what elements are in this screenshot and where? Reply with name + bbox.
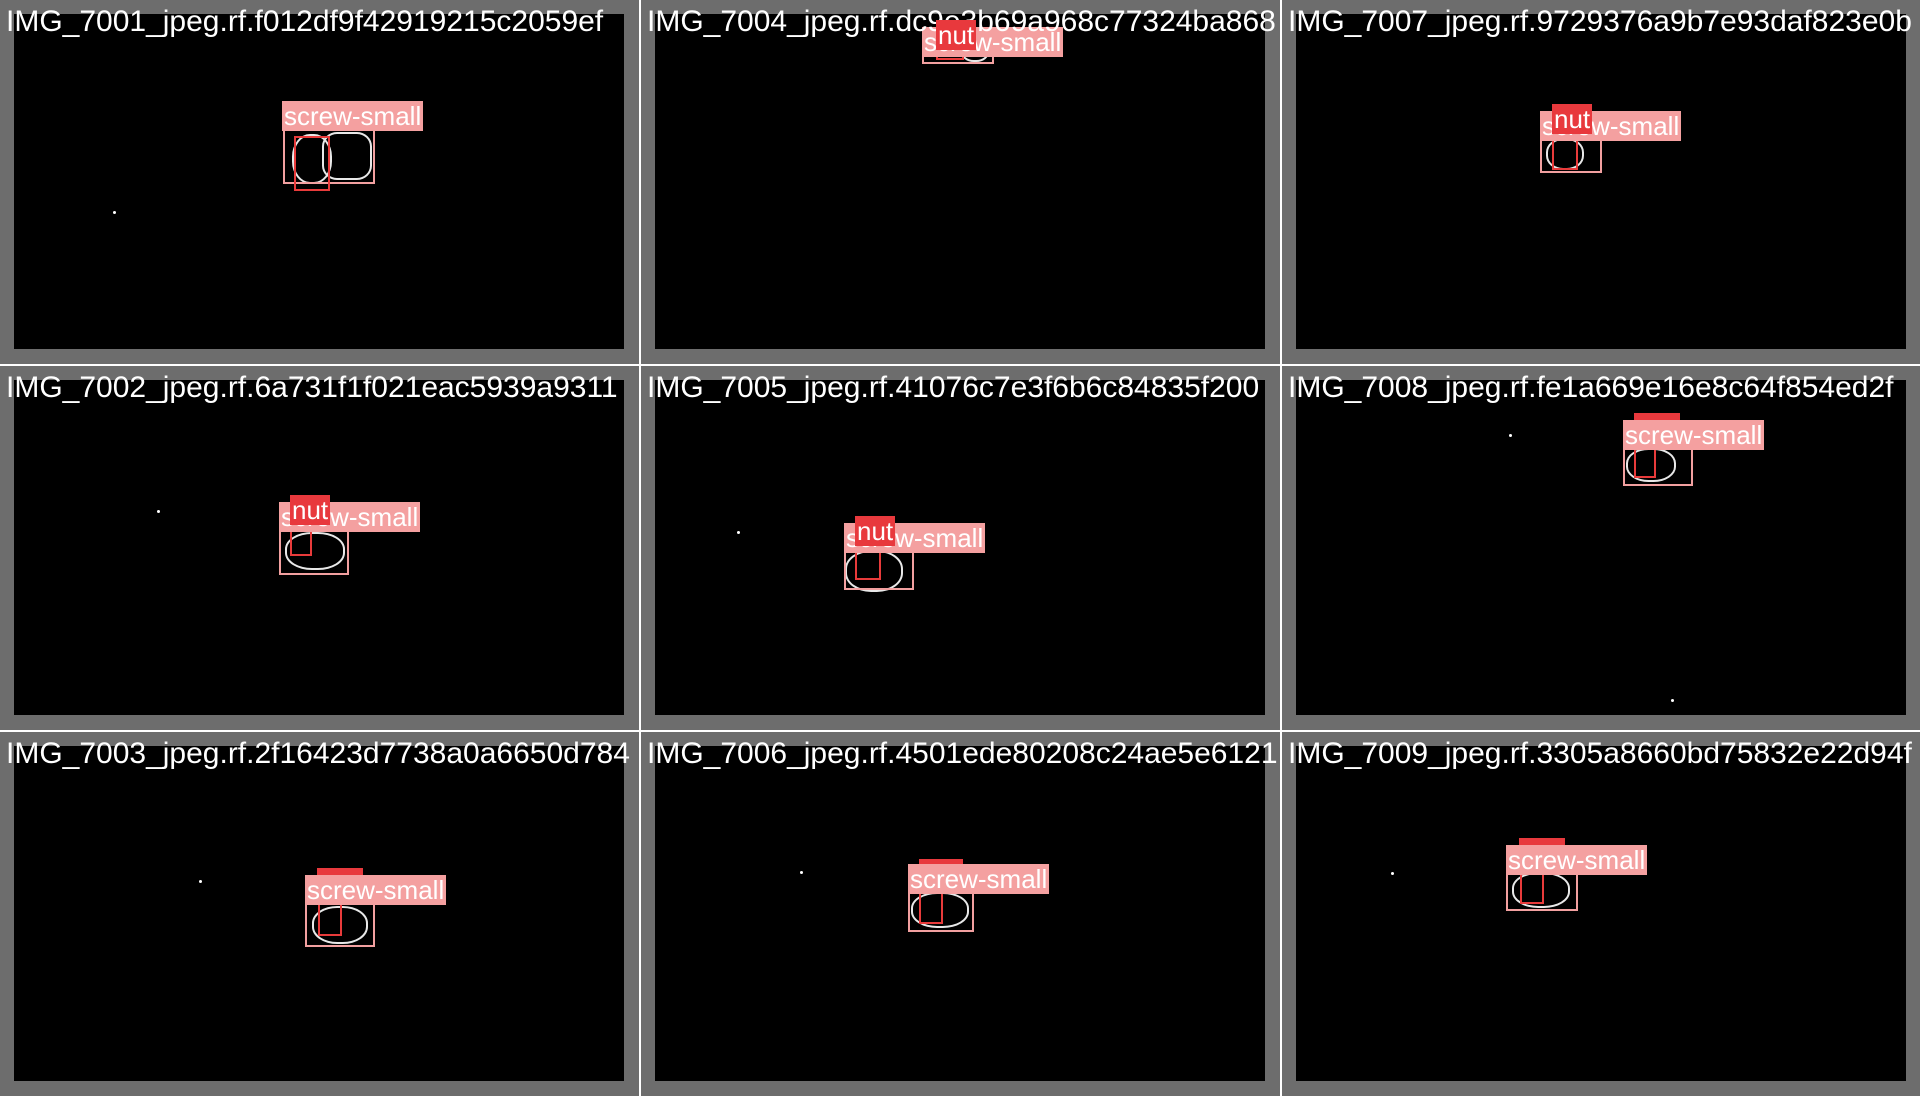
image-tile-6[interactable]: IMG_7008_jpeg.rf.fe1a669e16e8c64f854ed2f… (1282, 366, 1920, 730)
speck (157, 510, 160, 513)
image-title: IMG_7002_jpeg.rf.6a731f1f021eac5939a9311 (6, 371, 618, 404)
label-nut: nut (1552, 104, 1593, 134)
image-title: IMG_7009_jpeg.rf.3305a8660bd75832e22d94f (1288, 737, 1912, 770)
label-nut: nut (290, 495, 331, 525)
speck (1671, 699, 1674, 702)
detection-box-nut (1520, 872, 1544, 904)
image-title: IMG_7005_jpeg.rf.41076c7e3f6b6c84835f200 (647, 371, 1260, 404)
speck (737, 531, 740, 534)
detection-box-nut (294, 136, 330, 191)
image-title: IMG_7008_jpeg.rf.fe1a669e16e8c64f854ed2f (1288, 371, 1894, 404)
speck (800, 871, 803, 874)
speck (1391, 872, 1394, 875)
image-tile-2[interactable]: IMG_7004_jpeg.rf.dc9e3b69a968c77324ba868… (641, 0, 1280, 364)
image-title: IMG_7007_jpeg.rf.9729376a9b7e93daf823e0b (1288, 5, 1912, 38)
label-screw-small: screw-small (908, 864, 1050, 894)
detection-box-nut (1634, 448, 1656, 478)
speck (199, 880, 202, 883)
detection-box-nut (919, 892, 943, 924)
image-title: IMG_7006_jpeg.rf.4501ede80208c24ae5e6121 (647, 737, 1278, 770)
image-tile-4[interactable]: IMG_7002_jpeg.rf.6a731f1f021eac5939a9311… (0, 366, 639, 730)
image-canvas (1296, 746, 1906, 1081)
detection-box-nut (1552, 136, 1578, 170)
label-screw-small: screw-small (305, 875, 447, 905)
speck (113, 211, 116, 214)
image-title: IMG_7003_jpeg.rf.2f16423d7738a0a6650d784 (6, 737, 630, 770)
speck (1509, 434, 1512, 437)
image-tile-9[interactable]: IMG_7009_jpeg.rf.3305a8660bd75832e22d94f… (1282, 732, 1920, 1096)
detection-box-nut (318, 902, 342, 936)
image-tile-3[interactable]: IMG_7007_jpeg.rf.9729376a9b7e93daf823e0b… (1282, 0, 1920, 364)
label-nut: nut (936, 20, 977, 50)
label-screw-small: screw-small (1623, 420, 1765, 450)
image-canvas (1296, 14, 1906, 349)
image-tile-7[interactable]: IMG_7003_jpeg.rf.2f16423d7738a0a6650d784… (0, 732, 639, 1096)
image-title: IMG_7001_jpeg.rf.f012df9f42919215c2059ef (6, 5, 604, 38)
label-screw-small: screw-small (282, 101, 424, 131)
image-tile-8[interactable]: IMG_7006_jpeg.rf.4501ede80208c24ae5e6121… (641, 732, 1280, 1096)
image-canvas (1296, 380, 1906, 715)
image-tile-1[interactable]: IMG_7001_jpeg.rf.f012df9f42919215c2059ef… (0, 0, 639, 364)
image-canvas (655, 14, 1265, 349)
label-nut: nut (855, 516, 896, 546)
label-screw-small: screw-small (1506, 845, 1648, 875)
image-tile-5[interactable]: IMG_7005_jpeg.rf.41076c7e3f6b6c84835f200… (641, 366, 1280, 730)
